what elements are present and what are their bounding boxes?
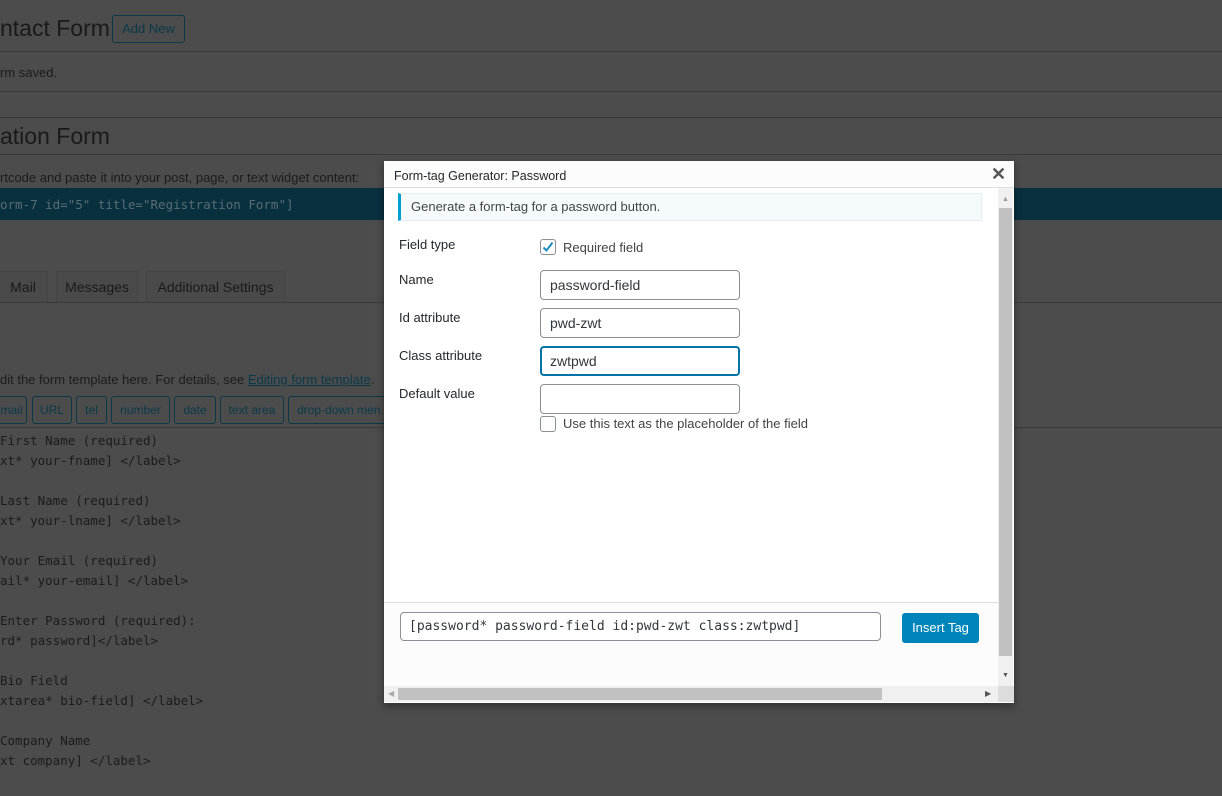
- code-line: Company Name: [0, 733, 91, 748]
- dialog-title: Form-tag Generator: Password: [394, 169, 567, 183]
- scroll-left-icon[interactable]: ◀: [388, 689, 394, 698]
- class-attribute-input[interactable]: zwtpwd: [540, 346, 740, 376]
- vertical-scroll-thumb[interactable]: [999, 208, 1012, 656]
- code-line: ail* your-email] </label>: [0, 573, 189, 588]
- class-attribute-label: Class attribute: [399, 348, 483, 363]
- shortcode[interactable]: orm-7 id="5" title="Registration Form"]: [0, 197, 294, 212]
- info-box: Generate a form-tag for a password butto…: [398, 193, 982, 221]
- template-help-end: .: [370, 372, 375, 387]
- code-line: Your Email (required): [0, 553, 159, 568]
- id-attribute-label: Id attribute: [399, 310, 461, 325]
- required-field-checkbox[interactable]: [540, 239, 556, 255]
- template-help: dit the form template here. For details,…: [0, 372, 374, 387]
- tag-button-email[interactable]: mail: [0, 396, 27, 424]
- close-icon[interactable]: ✕: [991, 164, 1006, 185]
- scroll-up-icon[interactable]: ▲: [1002, 196, 1009, 203]
- code-line: xt* your-lname] </label>: [0, 513, 181, 528]
- code-line: xt company] </label>: [0, 753, 151, 768]
- name-label: Name: [399, 272, 434, 287]
- code-line: Enter Password (required):: [0, 613, 196, 628]
- tab-messages[interactable]: Messages: [56, 271, 138, 303]
- code-line: xt* your-fname] </label>: [0, 453, 181, 468]
- page-title: ntact Form: [0, 15, 110, 41]
- scroll-down-icon[interactable]: ▼: [1002, 672, 1009, 679]
- template-help-text: dit the form template here. For details,…: [0, 372, 248, 387]
- name-input[interactable]: password-field: [540, 270, 740, 300]
- checkmark-icon: [542, 241, 554, 253]
- tag-button-number[interactable]: number: [111, 396, 170, 424]
- placeholder-checkbox[interactable]: [540, 416, 556, 432]
- tag-button-dropdown[interactable]: drop-down men: [288, 396, 398, 424]
- insert-tag-button[interactable]: Insert Tag: [902, 613, 979, 643]
- tag-button-date[interactable]: date: [174, 396, 216, 424]
- saved-notice: rm saved.: [0, 65, 58, 80]
- id-attribute-input[interactable]: pwd-zwt: [540, 308, 740, 338]
- add-new-button[interactable]: Add New: [112, 15, 185, 43]
- tag-button-url[interactable]: URL: [32, 396, 72, 424]
- editing-form-template-link[interactable]: Editing form template: [248, 372, 371, 387]
- tag-button-textarea[interactable]: text area: [220, 396, 284, 424]
- code-line: Last Name (required): [0, 493, 151, 508]
- horizontal-scroll-thumb[interactable]: [398, 688, 882, 700]
- code-line: xtarea* bio-field] </label>: [0, 693, 204, 708]
- required-field-label: Required field: [563, 240, 644, 255]
- tag-output-input[interactable]: [password* password-field id:pwd-zwt cla…: [400, 612, 881, 641]
- horizontal-scrollbar[interactable]: ◀ ▶: [384, 686, 998, 702]
- vertical-scrollbar[interactable]: ▲ ▼: [998, 188, 1013, 686]
- scroll-right-icon[interactable]: ▶: [985, 689, 991, 698]
- tag-button-tel[interactable]: tel: [76, 396, 107, 424]
- default-value-input[interactable]: [540, 384, 740, 414]
- code-line: rd* password]</label>: [0, 633, 159, 648]
- field-type-label: Field type: [399, 237, 456, 252]
- code-line: First Name (required): [0, 433, 159, 448]
- form-tag-generator-dialog: Form-tag Generator: Password ✕ Generate …: [384, 161, 1014, 703]
- default-value-label: Default value: [399, 386, 475, 401]
- form-title-input[interactable]: ation Form: [0, 123, 110, 150]
- tab-mail[interactable]: Mail: [0, 271, 48, 303]
- placeholder-label: Use this text as the placeholder of the …: [563, 416, 808, 431]
- code-line: Bio Field: [0, 673, 68, 688]
- tab-additional-settings[interactable]: Additional Settings: [146, 271, 285, 303]
- shortcode-help: rtcode and paste it into your post, page…: [0, 170, 360, 185]
